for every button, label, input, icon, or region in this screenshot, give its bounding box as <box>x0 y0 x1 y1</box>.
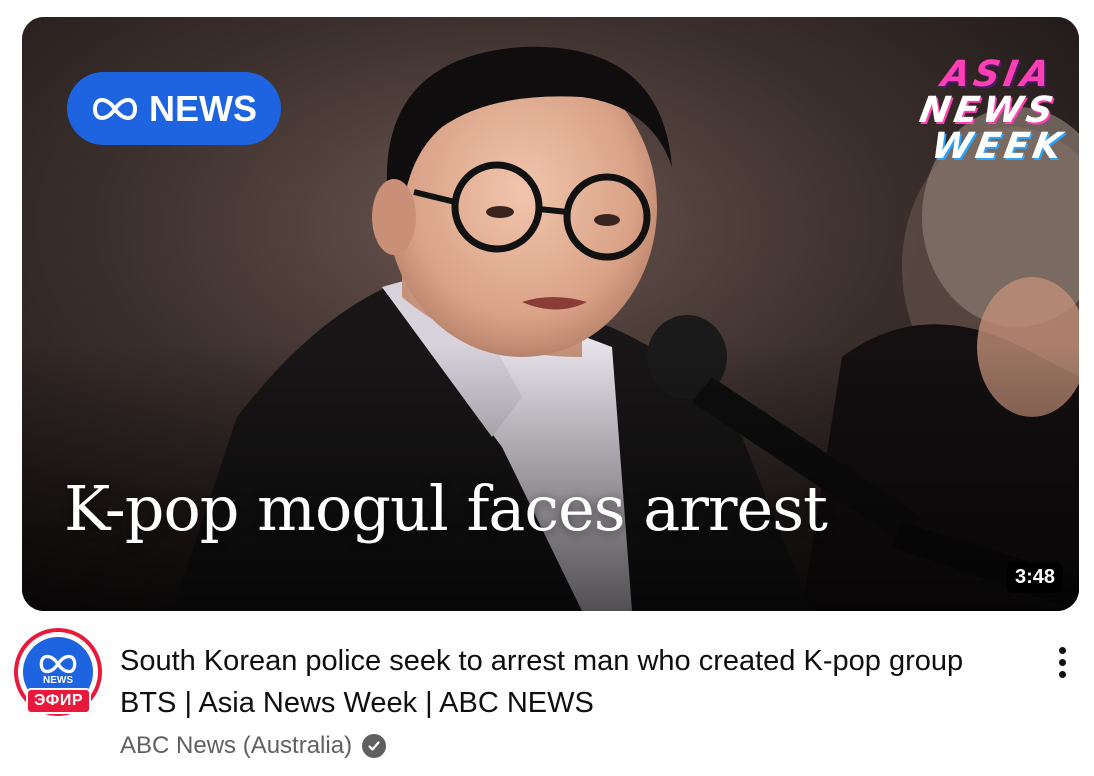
video-title[interactable]: South Korean police seek to arrest man w… <box>120 640 1000 724</box>
badge-line-1: ASIA <box>938 54 1057 95</box>
duration-badge: 3:48 <box>1006 562 1063 593</box>
channel-name-row[interactable]: ABC News (Australia) <box>120 732 387 760</box>
more-dot <box>1058 670 1066 678</box>
abc-lissajous-icon <box>92 97 138 120</box>
asia-news-week-badge: ASIA NEWS WEEK <box>902 54 1068 177</box>
more-actions-button[interactable] <box>1042 640 1082 684</box>
abc-news-logo: NEWS <box>67 72 281 145</box>
video-thumbnail[interactable]: NEWS ASIA NEWS WEEK K-pop mogul faces ar… <box>22 17 1079 611</box>
avatar-sub-label: NEWS <box>43 674 73 686</box>
badge-line-3: WEEK <box>928 126 1069 167</box>
verified-check-icon <box>362 734 387 758</box>
more-dot <box>1058 658 1066 666</box>
abc-lissajous-icon <box>39 654 77 673</box>
live-badge: ЭФИР <box>26 688 91 714</box>
logo-wordmark: NEWS <box>149 87 257 129</box>
thumbnail-headline: K-pop mogul faces arrest <box>64 472 828 545</box>
video-card: NEWS ASIA NEWS WEEK K-pop mogul faces ar… <box>0 0 1094 776</box>
channel-avatar[interactable]: NEWS ЭФИР <box>14 628 102 716</box>
badge-line-2: NEWS <box>916 90 1061 131</box>
channel-name: ABC News (Australia) <box>120 732 353 759</box>
more-dot <box>1058 646 1066 654</box>
